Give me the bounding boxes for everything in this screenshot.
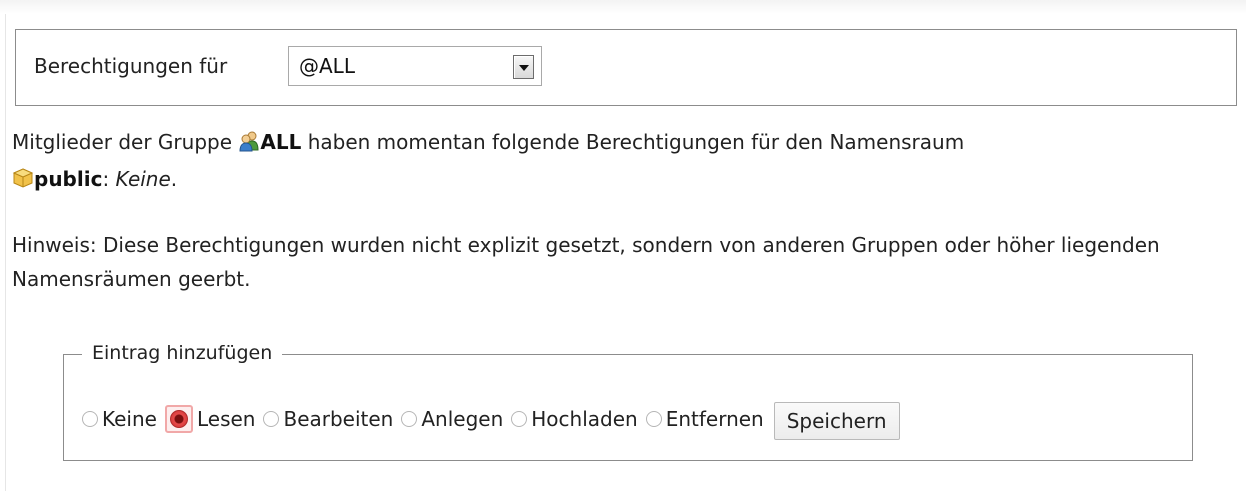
info-prefix: Mitglieder der Gruppe [12,130,233,154]
radio-option-bearbeiten[interactable]: Bearbeiten [263,407,401,431]
info-colon: : [102,167,116,191]
radio-label: Entfernen [665,407,764,431]
radio-option-anlegen[interactable]: Anlegen [401,407,511,431]
radio-button[interactable] [263,411,280,427]
acl-manager-page: Berechtigungen für @ALL Mitglieder der G… [0,0,1246,491]
radio-label: Keine [102,407,157,431]
left-rule [5,14,6,491]
selector-label: Berechtigungen für [34,54,228,78]
radio-button[interactable] [82,411,98,427]
radio-option-entfernen[interactable]: Entfernen [645,407,774,431]
radio-option-hochladen[interactable]: Hochladen [511,407,645,431]
current-permission: Keine [115,167,171,191]
radio-button-selected-highlight[interactable] [164,405,193,433]
radio-button[interactable] [511,411,528,427]
radio-option-keine[interactable]: Keine [82,407,165,431]
radio-button-checked[interactable] [169,410,188,428]
chevron-down-icon[interactable] [513,55,534,79]
inheritance-hint: Hinweis: Diese Berechtigungen wurden nic… [12,233,1160,291]
radio-button[interactable] [401,411,418,427]
add-entry-fieldset: Eintrag hinzufügen Keine Lesen Bearbeite… [63,340,1193,461]
radio-button[interactable] [645,411,662,427]
radio-label: Lesen [196,407,256,431]
group-name: ALL [260,130,302,154]
add-entry-legend: Eintrag hinzufügen [82,340,283,366]
radio-label: Hochladen [531,407,638,431]
group-select[interactable]: @ALL [288,46,542,86]
save-button[interactable]: Speichern [773,402,900,440]
info-period: . [170,167,178,191]
info-middle: haben momentan folgende Berechtigungen f… [307,130,965,154]
group-select-value: @ALL [299,54,355,78]
namespace-name: public [34,167,103,191]
current-permissions-text: Mitglieder der Gruppe ALL haben momentan… [12,125,1242,199]
radio-option-lesen[interactable]: Lesen [164,405,264,433]
radio-label: Anlegen [421,407,504,431]
permission-selector-box: Berechtigungen für @ALL [15,29,1237,106]
radio-label: Bearbeiten [283,407,394,431]
permission-radio-group: Keine Lesen Bearbeiten Anlegen Hochladen [82,402,900,440]
box-icon [12,165,34,199]
top-shade [0,0,1246,14]
users-icon [238,128,260,162]
